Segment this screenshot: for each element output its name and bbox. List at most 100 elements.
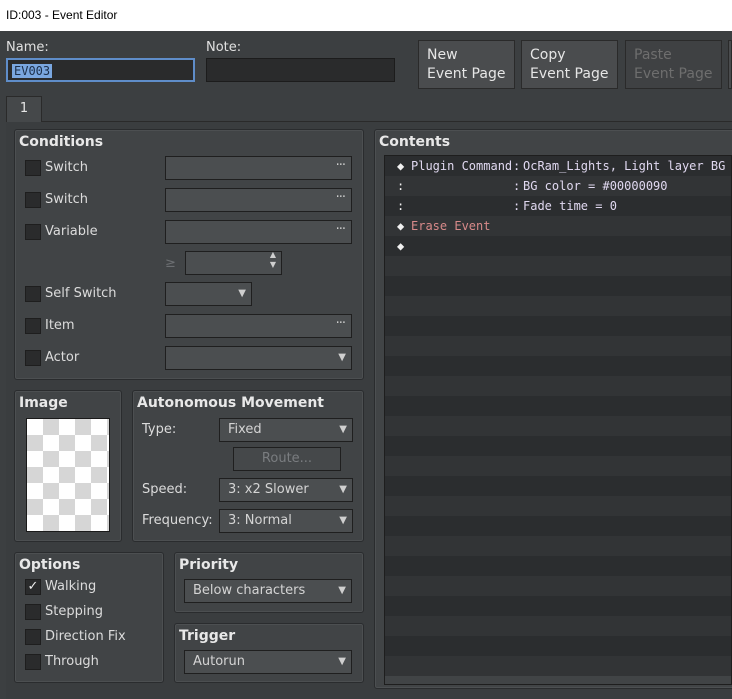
direction-fix-checkbox[interactable] — [25, 629, 41, 645]
actor-label: Actor — [45, 350, 80, 365]
command-row[interactable] — [385, 456, 731, 476]
new-page-label-1: New — [427, 47, 458, 63]
movement-title: Autonomous Movement — [137, 395, 324, 411]
new-event-page-button[interactable]: New Event Page — [418, 40, 515, 89]
variable-selector[interactable]: ··· — [165, 220, 352, 244]
priority-title: Priority — [179, 557, 239, 573]
command-row[interactable]: ◆ Erase Event — [385, 216, 731, 236]
command-row[interactable] — [385, 336, 731, 356]
ellipsis-icon: ··· — [335, 158, 346, 173]
clear-event-page-button-edge[interactable] — [728, 40, 732, 89]
command-row[interactable] — [385, 476, 731, 496]
command-row[interactable] — [385, 536, 731, 556]
chevron-down-icon: ▼ — [339, 515, 347, 526]
command-name: Erase Event — [411, 219, 491, 233]
item-label: Item — [45, 318, 75, 333]
diamond-icon: ◆ — [397, 239, 405, 253]
command-row[interactable] — [385, 516, 731, 536]
walking-label: Walking — [45, 579, 97, 594]
movement-frequency-dropdown[interactable]: 3: Normal ▼ — [219, 509, 353, 533]
tab-page-1[interactable]: 1 — [6, 96, 42, 122]
frequency-label: Frequency: — [142, 513, 213, 528]
stepping-checkbox[interactable] — [25, 604, 41, 620]
command-row[interactable] — [385, 296, 731, 316]
switch2-selector[interactable]: ··· — [165, 188, 352, 212]
command-row[interactable] — [385, 416, 731, 436]
command-separator: : — [513, 199, 521, 213]
item-checkbox[interactable] — [25, 318, 41, 334]
command-row[interactable] — [385, 496, 731, 516]
switch2-checkbox[interactable] — [25, 192, 41, 208]
note-field[interactable] — [206, 58, 395, 82]
name-field[interactable]: EV003 — [6, 58, 195, 82]
command-name: Plugin Command — [411, 159, 513, 173]
chevron-down-icon: ▼ — [339, 484, 347, 495]
command-row[interactable]: ◆ — [385, 236, 731, 256]
diamond-icon: ◆ — [397, 219, 405, 233]
chevron-down-icon: ▼ — [339, 424, 347, 435]
self-switch-checkbox[interactable] — [25, 286, 41, 302]
command-row[interactable] — [385, 576, 731, 596]
continuation-mark: : — [397, 199, 405, 213]
movement-speed-dropdown[interactable]: 3: x2 Slower ▼ — [219, 478, 353, 502]
movement-type-dropdown[interactable]: Fixed ▼ — [219, 418, 353, 442]
command-separator: : — [513, 159, 521, 173]
chevron-down-icon: ▼ — [338, 352, 346, 363]
command-row[interactable] — [385, 396, 731, 416]
options-title: Options — [19, 557, 81, 573]
self-switch-label: Self Switch — [45, 286, 117, 301]
switch1-label: Switch — [45, 160, 88, 175]
note-label: Note: — [206, 40, 242, 55]
priority-dropdown[interactable]: Below characters ▼ — [184, 579, 352, 603]
trigger-dropdown[interactable]: Autorun ▼ — [184, 650, 352, 674]
command-row[interactable] — [385, 436, 731, 456]
command-parameter: Fade time = 0 — [523, 199, 617, 213]
continuation-mark: : — [397, 179, 405, 193]
chevron-down-icon: ▼ — [338, 585, 346, 596]
command-row[interactable] — [385, 596, 731, 616]
switch1-checkbox[interactable] — [25, 160, 41, 176]
command-row[interactable] — [385, 276, 731, 296]
stepping-label: Stepping — [45, 604, 103, 619]
command-row[interactable]: :: BG color = #00000090 — [385, 176, 731, 196]
name-label: Name: — [6, 40, 49, 55]
command-row[interactable]: ◆ Plugin Command: OcRam_Lights, Light laye… — [385, 156, 731, 176]
event-image-preview[interactable] — [26, 418, 110, 532]
command-parameter: BG color = #00000090 — [523, 179, 668, 193]
paste-event-page-button[interactable]: Paste Event Page — [625, 40, 722, 89]
route-button[interactable]: Route... — [233, 447, 341, 471]
actor-dropdown[interactable]: ▼ — [165, 346, 352, 370]
variable-checkbox[interactable] — [25, 224, 41, 240]
command-row[interactable] — [385, 256, 731, 276]
chevron-down-icon: ▼ — [238, 288, 246, 299]
trigger-title: Trigger — [179, 628, 236, 644]
command-row[interactable] — [385, 616, 731, 636]
walking-checkbox[interactable]: ✓ — [25, 579, 41, 595]
event-command-list[interactable]: ◆ Plugin Command: OcRam_Lights, Light laye… — [384, 155, 732, 685]
command-row[interactable] — [385, 376, 731, 396]
type-label: Type: — [142, 422, 177, 437]
command-row[interactable] — [385, 556, 731, 576]
ellipsis-icon: ··· — [335, 316, 346, 331]
item-selector[interactable]: ··· — [165, 314, 352, 338]
command-row[interactable] — [385, 316, 731, 336]
actor-checkbox[interactable] — [25, 350, 41, 366]
copy-event-page-button[interactable]: Copy Event Page — [521, 40, 618, 89]
switch1-selector[interactable]: ··· — [165, 156, 352, 180]
through-checkbox[interactable] — [25, 654, 41, 670]
direction-fix-label: Direction Fix — [45, 629, 126, 644]
command-row[interactable] — [385, 356, 731, 376]
variable-label: Variable — [45, 224, 98, 239]
image-title: Image — [19, 395, 68, 411]
window-title: ID:003 - Event Editor — [0, 0, 732, 31]
variable-value-spinner[interactable]: ▲ ▼ — [185, 250, 282, 275]
command-row[interactable] — [385, 656, 731, 676]
command-row[interactable] — [385, 636, 731, 656]
paste-page-label-1: Paste — [634, 47, 672, 63]
switch2-label: Switch — [45, 192, 88, 207]
new-page-label-2: Event Page — [427, 66, 506, 82]
command-row[interactable]: :: Fade time = 0 — [385, 196, 731, 216]
spin-arrows-icon[interactable]: ▲ ▼ — [270, 250, 276, 270]
self-switch-dropdown[interactable]: ▼ — [165, 282, 252, 306]
contents-title: Contents — [379, 134, 451, 150]
